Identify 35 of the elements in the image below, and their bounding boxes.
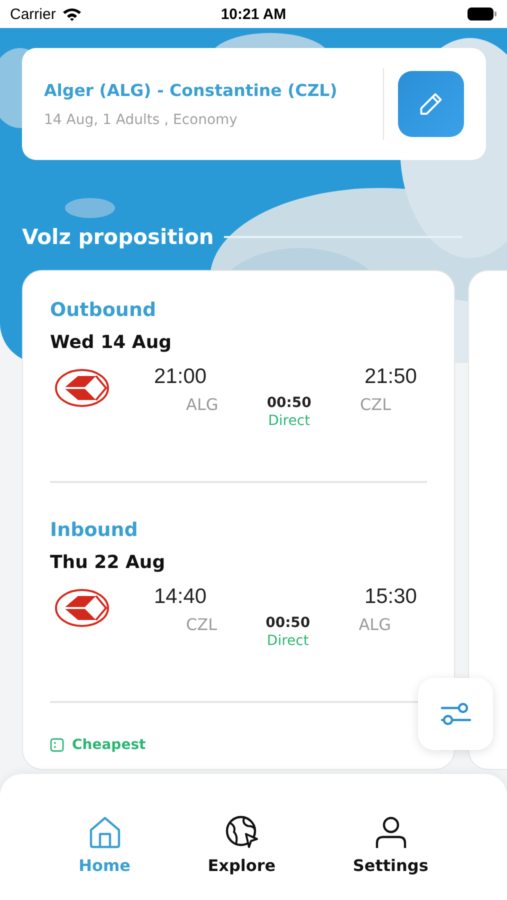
- battery-icon: [467, 7, 497, 21]
- leg-date: Wed 14 Aug: [50, 332, 173, 353]
- flight-duration: 00:50: [266, 395, 312, 411]
- tab[interactable]: Settings: [352, 814, 428, 888]
- arrival-time: 21:50: [364, 365, 417, 389]
- leg-label: Outbound: [50, 299, 158, 321]
- proposition-card[interactable]: Outbound Wed 14 Aug 21:00 21:50 ALG 00:50 Direct CZL Inbound Thu 22 Aug 14:40 15:30 CZL 00:50 Direct ALG Cheapest: [22, 270, 455, 770]
- airport-code: CZL: [360, 395, 391, 414]
- airport-code: ALG: [358, 615, 391, 634]
- leg-date: Thu 22 Aug: [50, 552, 166, 573]
- airline-logo-icon: [54, 588, 110, 628]
- wifi-icon: [62, 7, 82, 21]
- tab[interactable]: Explore: [208, 814, 276, 888]
- airline-logo-icon: [54, 368, 110, 408]
- globe-icon: [224, 814, 260, 850]
- airport-code: CZL: [186, 615, 218, 634]
- departure-time: 21:00: [154, 365, 207, 389]
- tag-label: Cheapest: [72, 737, 146, 753]
- section-title: Volz proposition: [22, 225, 214, 249]
- filter-icon: [440, 702, 472, 726]
- clock: 10:21 AM: [220, 6, 286, 22]
- departure-time: 14:40: [154, 585, 207, 609]
- filter-button[interactable]: [418, 678, 493, 750]
- flight-duration: 00:50: [266, 615, 310, 631]
- arrival-time: 15:30: [364, 585, 417, 609]
- search-details: 14 Aug, 1 Adults , Economy: [44, 112, 238, 128]
- edit-button[interactable]: [398, 71, 464, 137]
- pencil-icon: [418, 91, 444, 117]
- stops-label: Direct: [266, 633, 309, 649]
- leg-label: Inbound: [50, 519, 139, 541]
- tag-icon: [50, 738, 64, 752]
- stops-label: Direct: [268, 413, 310, 429]
- route-title: Alger (ALG) - Constantine (CZL): [44, 80, 338, 100]
- carrier-label: Carrier: [10, 6, 56, 22]
- airport-code: ALG: [186, 395, 218, 414]
